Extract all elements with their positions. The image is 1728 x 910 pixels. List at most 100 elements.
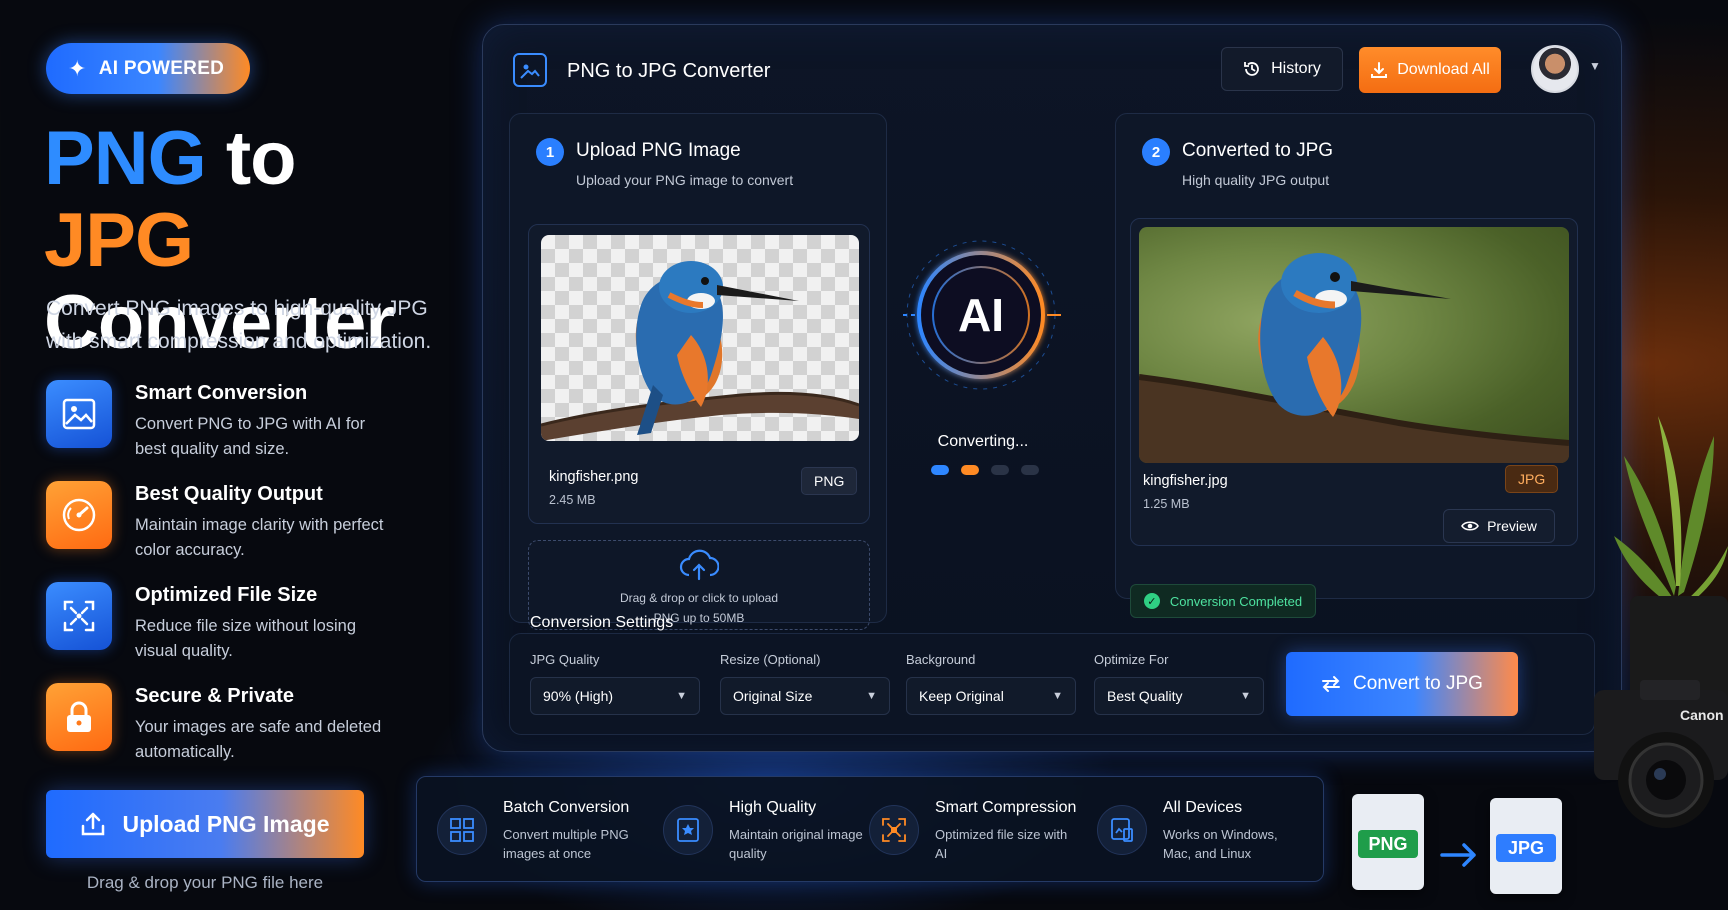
plant-decoration [1614, 416, 1728, 716]
hero-subtitle: Convert PNG images to high-quality JPG w… [46, 297, 432, 353]
convert-label: Convert to JPG [1353, 673, 1483, 694]
hero-title-jpg: JPG [44, 198, 194, 283]
strip-title: All Devices [1163, 799, 1243, 816]
convert-arrows-icon [1322, 676, 1341, 692]
feature-smart-conversion: Smart Conversion Convert PNG to JPG with… [46, 380, 426, 481]
jpg-format-badge: JPG [1505, 465, 1559, 493]
strip-desc: Maintain original image quality [729, 827, 863, 861]
strip-item-quality: High Quality Maintain original image qua… [663, 795, 873, 875]
convert-to-jpg-button[interactable]: Convert to JPG [1286, 652, 1518, 716]
setting-label: Resize (Optional) [720, 652, 821, 667]
setting-label: Optimize For [1094, 652, 1169, 667]
feature-desc: Convert PNG to JPG with AI for best qual… [135, 415, 366, 458]
progress-dot [961, 465, 979, 475]
png-format-badge: PNG [801, 467, 858, 495]
devices-icon [1097, 805, 1147, 855]
select-value: Keep Original [919, 688, 1004, 704]
jpg-file-icon: JPG [1490, 798, 1562, 894]
history-button[interactable]: History [1221, 47, 1343, 91]
strip-title: Smart Compression [935, 799, 1077, 816]
strip-desc: Convert multiple PNG images at once [503, 827, 629, 861]
camera-brand: Canon [1680, 707, 1724, 723]
cloud-upload-icon [679, 549, 719, 581]
select-value: 90% (High) [543, 688, 614, 704]
conversion-status-badge: ✓ Conversion Completed [1130, 584, 1316, 618]
compression-icon [869, 805, 919, 855]
progress-dots [931, 465, 1039, 475]
strip-desc: Works on Windows, Mac, and Linux [1163, 827, 1278, 861]
chevron-down-icon: ▼ [676, 690, 687, 702]
progress-dot [1021, 465, 1039, 475]
quality-icon [663, 805, 713, 855]
settings-title: Conversion Settings [530, 614, 674, 631]
preview-button[interactable]: Preview [1443, 509, 1555, 543]
upload-panel: 1 Upload PNG Image Upload your PNG image… [509, 113, 887, 630]
upload-png-button[interactable]: Upload PNG Image [46, 790, 364, 858]
progress-dot [991, 465, 1009, 475]
converted-image-preview [1139, 227, 1569, 463]
result-panel: 2 Converted to JPG High quality JPG outp… [1115, 113, 1595, 618]
batch-icon [437, 805, 487, 855]
download-all-button[interactable]: Download All [1359, 47, 1501, 93]
png-file-icon: PNG [1352, 794, 1424, 890]
setting-label: Background [906, 652, 976, 667]
converted-file-name: kingfisher.jpg [1143, 473, 1228, 489]
dropzone-text: Drag & drop or click to upload [619, 591, 779, 605]
gauge-icon [46, 481, 112, 549]
step-number: 2 [1142, 138, 1170, 166]
avatar[interactable] [1531, 45, 1579, 93]
chevron-down-icon[interactable]: ▼ [1589, 59, 1601, 73]
strip-item-devices: All Devices Works on Windows, Mac, and L… [1097, 795, 1307, 875]
result-panel-subtitle: High quality JPG output [1182, 172, 1330, 188]
hero-title-png: PNG [44, 116, 207, 201]
upload-button-label: Upload PNG Image [122, 810, 330, 837]
chevron-down-icon: ▼ [866, 690, 877, 702]
compress-icon [46, 582, 112, 650]
app-logo-icon [513, 53, 547, 87]
feature-optimized-size: Optimized File Size Reduce file size wit… [46, 582, 426, 683]
strip-title: Batch Conversion [503, 799, 630, 816]
source-file-name: kingfisher.png [549, 469, 639, 485]
history-label: History [1271, 60, 1321, 77]
result-panel-title: Converted to JPG [1182, 140, 1334, 161]
converter-window: PNG to JPG Converter History Download Al… [482, 24, 1622, 752]
jpg-quality-select[interactable]: 90% (High) ▼ [530, 677, 700, 715]
upload-icon [82, 812, 105, 836]
optimize-select[interactable]: Best Quality ▼ [1094, 677, 1264, 715]
background-setting: Background Keep Original ▼ [906, 652, 1076, 715]
chevron-down-icon: ▼ [1052, 690, 1063, 702]
preview-label: Preview [1487, 518, 1537, 534]
optimize-setting: Optimize For Best Quality ▼ [1094, 652, 1264, 715]
feature-desc: Your images are safe and deleted automat… [135, 718, 382, 761]
feature-best-quality: Best Quality Output Maintain image clari… [46, 481, 426, 582]
feature-desc: Reduce file size without losing visual q… [135, 617, 357, 660]
drag-hint: Drag & drop your PNG file here [86, 873, 324, 892]
hero-title-to: to [225, 116, 297, 201]
source-image-preview [541, 235, 859, 441]
jpg-file-tag: JPG [1496, 834, 1556, 862]
setting-label: JPG Quality [530, 652, 600, 667]
strip-item-batch: Batch Conversion Convert multiple PNG im… [437, 795, 647, 875]
download-icon [1371, 62, 1388, 78]
step-number: 1 [536, 138, 564, 166]
window-title: PNG to JPG Converter [567, 60, 771, 82]
png-file-tag: PNG [1358, 830, 1418, 858]
upload-panel-title: Upload PNG Image [576, 140, 741, 161]
history-icon [1244, 62, 1259, 76]
ai-label: AI [958, 289, 1004, 341]
sparkle-icon: ✦ [68, 55, 87, 81]
eye-icon [1461, 521, 1480, 531]
background-select[interactable]: Keep Original ▼ [906, 677, 1076, 715]
feature-desc: Maintain image clarity with perfect colo… [135, 516, 384, 559]
feature-list: Smart Conversion Convert PNG to JPG with… [46, 380, 426, 784]
conversion-settings: Conversion Settings JPG Quality 90% (Hig… [509, 614, 1595, 735]
benefits-strip: Batch Conversion Convert multiple PNG im… [416, 776, 1324, 882]
arrow-right-icon [1440, 843, 1476, 867]
resize-select[interactable]: Original Size ▼ [720, 677, 890, 715]
converted-file-size: 1.25 MB [1143, 497, 1190, 511]
feature-secure-private: Secure & Private Your images are safe an… [46, 683, 426, 784]
feature-title: Optimized File Size [135, 584, 318, 606]
feature-title: Secure & Private [135, 685, 294, 707]
badge-label: AI POWERED [98, 57, 225, 79]
ai-status-text: Converting... [937, 433, 1029, 450]
